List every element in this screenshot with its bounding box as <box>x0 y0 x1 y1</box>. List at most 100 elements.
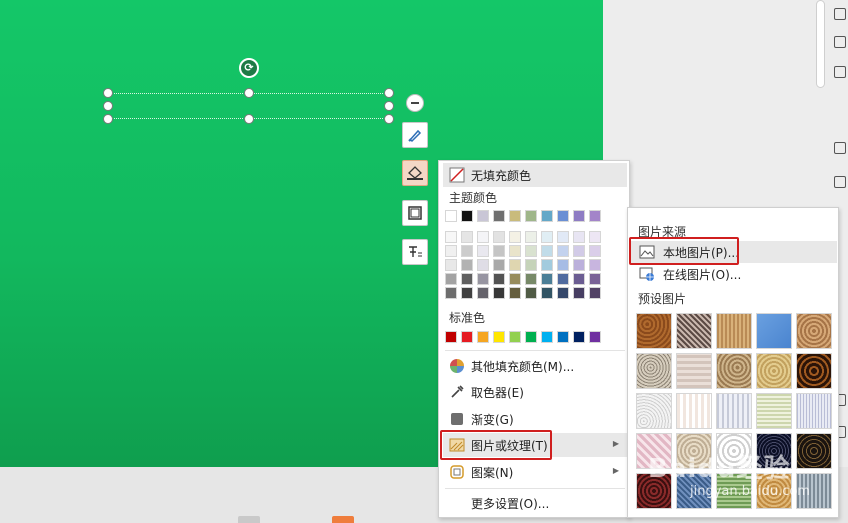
color-swatch[interactable] <box>589 259 601 271</box>
color-swatch[interactable] <box>589 331 601 343</box>
tab-indicator[interactable] <box>238 516 260 523</box>
collapse-toolbar-icon[interactable] <box>406 94 424 112</box>
color-swatch[interactable] <box>557 259 569 271</box>
preset-texture-swatch[interactable] <box>716 393 752 429</box>
gradient-item[interactable]: 渐变(G) <box>443 407 627 431</box>
color-swatch[interactable] <box>557 331 569 343</box>
color-swatch[interactable] <box>589 245 601 257</box>
color-swatch[interactable] <box>541 231 553 243</box>
color-swatch[interactable] <box>525 287 537 299</box>
preset-texture-swatch[interactable] <box>676 313 712 349</box>
color-swatch[interactable] <box>477 245 489 257</box>
outline-button[interactable] <box>402 200 428 226</box>
color-swatch[interactable] <box>589 210 601 222</box>
pattern-item[interactable]: 图案(N) ▶ <box>443 460 627 484</box>
tab-indicator[interactable] <box>332 516 354 523</box>
side-tool-icon[interactable] <box>834 8 846 20</box>
color-swatch[interactable] <box>477 231 489 243</box>
color-swatch[interactable] <box>573 287 585 299</box>
fill-button[interactable] <box>402 160 428 186</box>
color-swatch[interactable] <box>477 273 489 285</box>
color-swatch[interactable] <box>477 331 489 343</box>
color-swatch[interactable] <box>493 287 505 299</box>
color-swatch[interactable] <box>509 231 521 243</box>
eyedropper-item[interactable]: 取色器(E) <box>443 380 627 404</box>
color-swatch[interactable] <box>541 259 553 271</box>
color-swatch[interactable] <box>573 259 585 271</box>
color-swatch[interactable] <box>477 259 489 271</box>
resize-handle[interactable] <box>103 101 113 111</box>
resize-handle[interactable] <box>384 114 394 124</box>
resize-handle[interactable] <box>244 88 254 98</box>
color-swatch[interactable] <box>445 210 457 222</box>
side-tool-icon[interactable] <box>834 142 846 154</box>
color-swatch[interactable] <box>493 210 505 222</box>
color-swatch[interactable] <box>509 210 521 222</box>
no-fill-item[interactable]: 无填充颜色 <box>443 163 627 187</box>
color-swatch[interactable] <box>493 273 505 285</box>
preset-texture-swatch[interactable] <box>636 393 672 429</box>
color-swatch[interactable] <box>461 287 473 299</box>
preset-texture-swatch[interactable] <box>716 353 752 389</box>
preset-texture-swatch[interactable] <box>756 313 792 349</box>
color-swatch[interactable] <box>573 231 585 243</box>
side-tool-icon[interactable] <box>834 66 846 78</box>
color-swatch[interactable] <box>477 210 489 222</box>
color-swatch[interactable] <box>525 259 537 271</box>
style-brush-button[interactable] <box>402 122 428 148</box>
more-settings-item[interactable]: 更多设置(O)... <box>443 491 627 515</box>
color-swatch[interactable] <box>493 331 505 343</box>
color-swatch[interactable] <box>557 210 569 222</box>
color-swatch[interactable] <box>509 331 521 343</box>
color-swatch[interactable] <box>445 259 457 271</box>
rotate-handle-icon[interactable]: ⟳ <box>239 58 259 78</box>
color-swatch[interactable] <box>509 259 521 271</box>
color-swatch[interactable] <box>445 245 457 257</box>
color-swatch[interactable] <box>493 245 505 257</box>
color-swatch[interactable] <box>541 331 553 343</box>
text-format-button[interactable] <box>402 239 428 265</box>
color-swatch[interactable] <box>509 273 521 285</box>
color-swatch[interactable] <box>445 331 457 343</box>
color-swatch[interactable] <box>461 231 473 243</box>
color-swatch[interactable] <box>573 331 585 343</box>
color-swatch[interactable] <box>509 245 521 257</box>
preset-texture-swatch[interactable] <box>676 353 712 389</box>
color-swatch[interactable] <box>573 210 585 222</box>
color-swatch[interactable] <box>573 273 585 285</box>
preset-texture-swatch[interactable] <box>796 313 832 349</box>
scrollbar-thumb[interactable] <box>816 0 825 88</box>
color-swatch[interactable] <box>541 210 553 222</box>
resize-handle[interactable] <box>244 114 254 124</box>
color-swatch[interactable] <box>589 287 601 299</box>
color-swatch[interactable] <box>493 231 505 243</box>
color-swatch[interactable] <box>477 287 489 299</box>
color-swatch[interactable] <box>541 287 553 299</box>
color-swatch[interactable] <box>557 245 569 257</box>
color-swatch[interactable] <box>461 331 473 343</box>
preset-texture-swatch[interactable] <box>676 393 712 429</box>
color-swatch[interactable] <box>461 245 473 257</box>
color-swatch[interactable] <box>461 259 473 271</box>
side-tool-icon[interactable] <box>834 36 846 48</box>
color-swatch[interactable] <box>573 245 585 257</box>
preset-texture-swatch[interactable] <box>636 313 672 349</box>
resize-handle[interactable] <box>103 88 113 98</box>
side-tool-icon[interactable] <box>834 176 846 188</box>
preset-texture-swatch[interactable] <box>796 433 832 469</box>
color-swatch[interactable] <box>557 231 569 243</box>
color-swatch[interactable] <box>445 273 457 285</box>
preset-texture-swatch[interactable] <box>636 353 672 389</box>
color-swatch[interactable] <box>445 231 457 243</box>
preset-texture-swatch[interactable] <box>796 393 832 429</box>
online-picture-item[interactable]: 在线图片(O)... <box>631 263 837 285</box>
color-swatch[interactable] <box>541 273 553 285</box>
color-swatch[interactable] <box>493 259 505 271</box>
color-swatch[interactable] <box>557 273 569 285</box>
preset-texture-swatch[interactable] <box>716 313 752 349</box>
color-swatch[interactable] <box>589 231 601 243</box>
preset-texture-swatch[interactable] <box>796 353 832 389</box>
color-swatch[interactable] <box>525 245 537 257</box>
more-fill-colors-item[interactable]: 其他填充颜色(M)... <box>443 354 627 378</box>
preset-texture-swatch[interactable] <box>756 393 792 429</box>
